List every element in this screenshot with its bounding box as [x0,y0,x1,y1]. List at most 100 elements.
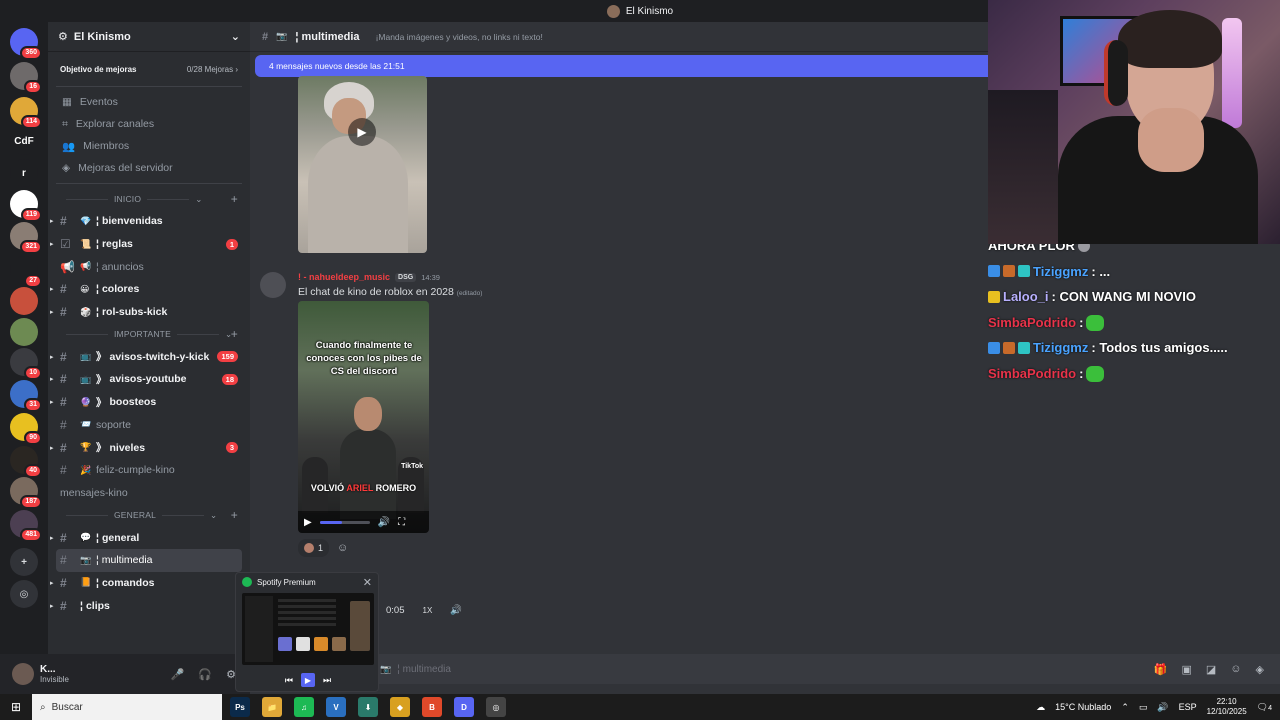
add-channel-icon[interactable]: + [231,508,238,522]
video-attachment-2[interactable]: Cuando finalmente te conoces con los pib… [298,301,429,533]
close-icon[interactable]: ✕ [363,576,372,589]
channel-avisos-youtube[interactable]: ▸ # 📺 》 avisos-youtube 18 [48,368,250,391]
channel-category[interactable]: GENERAL ⌄ + [48,504,250,526]
expand-icon[interactable]: ▸ [50,398,54,406]
server-icon[interactable]: 187 [10,477,42,509]
new-messages-banner[interactable]: 4 mensajes nuevos desde las 21:51 [255,55,988,77]
channel-category[interactable]: IMPORTANTE ⌄ + [48,323,250,345]
video-progress[interactable] [319,520,370,524]
add-server-icon[interactable]: + [10,548,38,576]
avatar[interactable] [12,663,34,685]
channel-reglas[interactable]: ▸ ☑ 📜 ¦ reglas 1 [48,233,250,256]
taskbar-search[interactable]: ⌕ Buscar [32,694,222,720]
channel-category[interactable]: INICIO ⌄ + [48,188,250,210]
fullscreen-icon[interactable]: ⛶ [398,517,405,528]
server-icon[interactable]: 31 [10,380,42,412]
expand-icon[interactable]: ▸ [50,375,54,383]
spotify-thumbnail[interactable] [242,593,374,665]
channel-rol-subs-kick[interactable]: ▸ # 🎲 ¦ rol-subs-kick [48,301,250,324]
channel-anuncios[interactable]: 📢 📢 ¦ anuncios [48,255,250,278]
previous-track-icon[interactable]: ⏮ [285,675,293,686]
server-icon[interactable]: 90 [10,413,42,445]
microphone-icon[interactable]: 🎤 [171,668,185,681]
chevron-up-icon[interactable]: ⌃ [1121,702,1129,713]
channel-clips[interactable]: ▸ # ¦ clips [48,594,250,617]
add-reaction-icon[interactable]: ☺ [337,542,348,554]
channel-bienvenidas[interactable]: ▸ # 💎 ¦ bienvenidas [48,210,250,233]
server-icon[interactable]: r [10,159,38,187]
network-icon[interactable]: ▭ [1139,702,1148,713]
expand-icon[interactable]: ▸ [50,602,54,610]
server-icon[interactable]: 16 [10,62,42,94]
expand-icon[interactable]: ▸ [50,308,54,316]
taskbar-app-icon[interactable]: D [454,697,474,717]
nav-item[interactable]: ◈ Mejoras del servidor [48,157,250,179]
channel-avisos-twitch-y-kick[interactable]: ▸ # 📺 》 avisos-twitch-y-kick 159 [48,345,250,368]
play-icon[interactable]: ▶ [304,517,312,528]
headphones-icon[interactable]: 🎧 [198,668,212,681]
reaction[interactable]: 1 [298,539,330,557]
channel-niveles[interactable]: ▸ # 🏆 》 niveles 3 [48,436,250,459]
server-header[interactable]: ⚙ El Kinismo ⌄ [48,22,250,52]
taskbar-app-icon[interactable]: ⬇ [358,697,378,717]
server-icon[interactable] [10,287,38,315]
speaker-icon[interactable]: 🔊 [1157,702,1168,713]
channel-multimedia[interactable]: # 📷 ¦ multimedia [56,548,242,572]
server-icon[interactable]: 10 [10,348,42,380]
expand-icon[interactable]: ▸ [50,353,54,361]
apps-icon[interactable]: ◈ [1256,663,1264,676]
taskbar-app-icon[interactable]: Ps [230,697,250,717]
server-icon[interactable]: CdF [10,127,38,155]
expand-icon[interactable]: ▸ [50,444,54,452]
expand-icon[interactable]: ▸ [50,240,54,248]
server-icon[interactable]: 27 [10,256,42,288]
message-author[interactable]: ! - nahueldeep_music [298,272,390,282]
nav-item[interactable]: ⌗ Explorar canales [48,113,250,135]
nav-item[interactable]: ▦ Eventos [48,91,250,113]
channel-boosteos[interactable]: ▸ # 🔮 》 boosteos [48,391,250,414]
notifications-icon[interactable]: 🗨4 [1257,702,1272,713]
expand-icon[interactable]: ▸ [50,534,54,542]
avatar[interactable] [260,272,286,298]
next-track-icon[interactable]: ⏭ [323,675,331,686]
boost-goal[interactable]: Objetivo de mejoras 0/28 Mejoras › [56,58,242,80]
spotify-preview[interactable]: Spotify Premium ✕ ⏮ ▶ ⏭ [235,572,379,692]
add-channel-icon[interactable]: + [231,192,238,206]
clock[interactable]: 22:10 12/10/2025 [1207,697,1247,717]
nav-item[interactable]: 👥 Miembros [48,135,250,157]
message-composer[interactable]: 📷 ¦ multimedia 🎁 ▣ ◪ ☺ ◈ [250,654,1280,684]
taskbar-app-icon[interactable]: 📁 [262,697,282,717]
channel-comandos[interactable]: ▸ # 📙 ¦ comandos [48,572,250,595]
windows-start-icon[interactable]: ⊞ [0,694,32,720]
gif-icon[interactable]: ▣ [1181,663,1191,676]
play-pause-icon[interactable]: ▶ [301,673,315,687]
playback-speed[interactable]: 1X [423,606,433,615]
taskbar-app-icon[interactable]: B [422,697,442,717]
server-icon[interactable]: 481 [10,510,42,542]
emoji-icon[interactable]: ☺ [1230,663,1241,676]
language-indicator[interactable]: ESP [1179,702,1197,712]
server-icon[interactable]: 114 [10,97,42,129]
server-icon[interactable]: 119 [10,190,42,222]
taskbar-app-icon[interactable]: ♫ [294,697,314,717]
gift-icon[interactable]: 🎁 [1154,663,1168,676]
play-icon[interactable]: ▶ [348,118,376,146]
sticker-icon[interactable]: ◪ [1206,663,1216,676]
channel-feliz-cumple-kino[interactable]: # 🎉 feliz-cumple-kino [48,459,250,482]
taskbar-app-icon[interactable]: ◆ [390,697,410,717]
channel-soporte[interactable]: # 📨 soporte [48,414,250,437]
taskbar-app-icon[interactable]: ◎ [486,697,506,717]
channel-colores[interactable]: ▸ # 😀 ¦ colores [48,278,250,301]
channel-mensajes-kino[interactable]: mensajes-kino [48,482,250,505]
weather-text[interactable]: 15°C Nublado [1055,702,1111,712]
add-channel-icon[interactable]: + [231,327,238,341]
volume-icon[interactable]: 🔊 [450,605,462,616]
video-attachment-1[interactable]: ▶ [298,76,427,253]
server-icon[interactable]: 321 [10,222,42,254]
expand-icon[interactable]: ▸ [50,217,54,225]
server-icon[interactable]: 360 [10,28,42,60]
volume-icon[interactable]: 🔊 [378,517,390,528]
server-icon[interactable]: 40 [10,446,42,478]
expand-icon[interactable]: ▸ [50,285,54,293]
taskbar-app-icon[interactable]: V [326,697,346,717]
